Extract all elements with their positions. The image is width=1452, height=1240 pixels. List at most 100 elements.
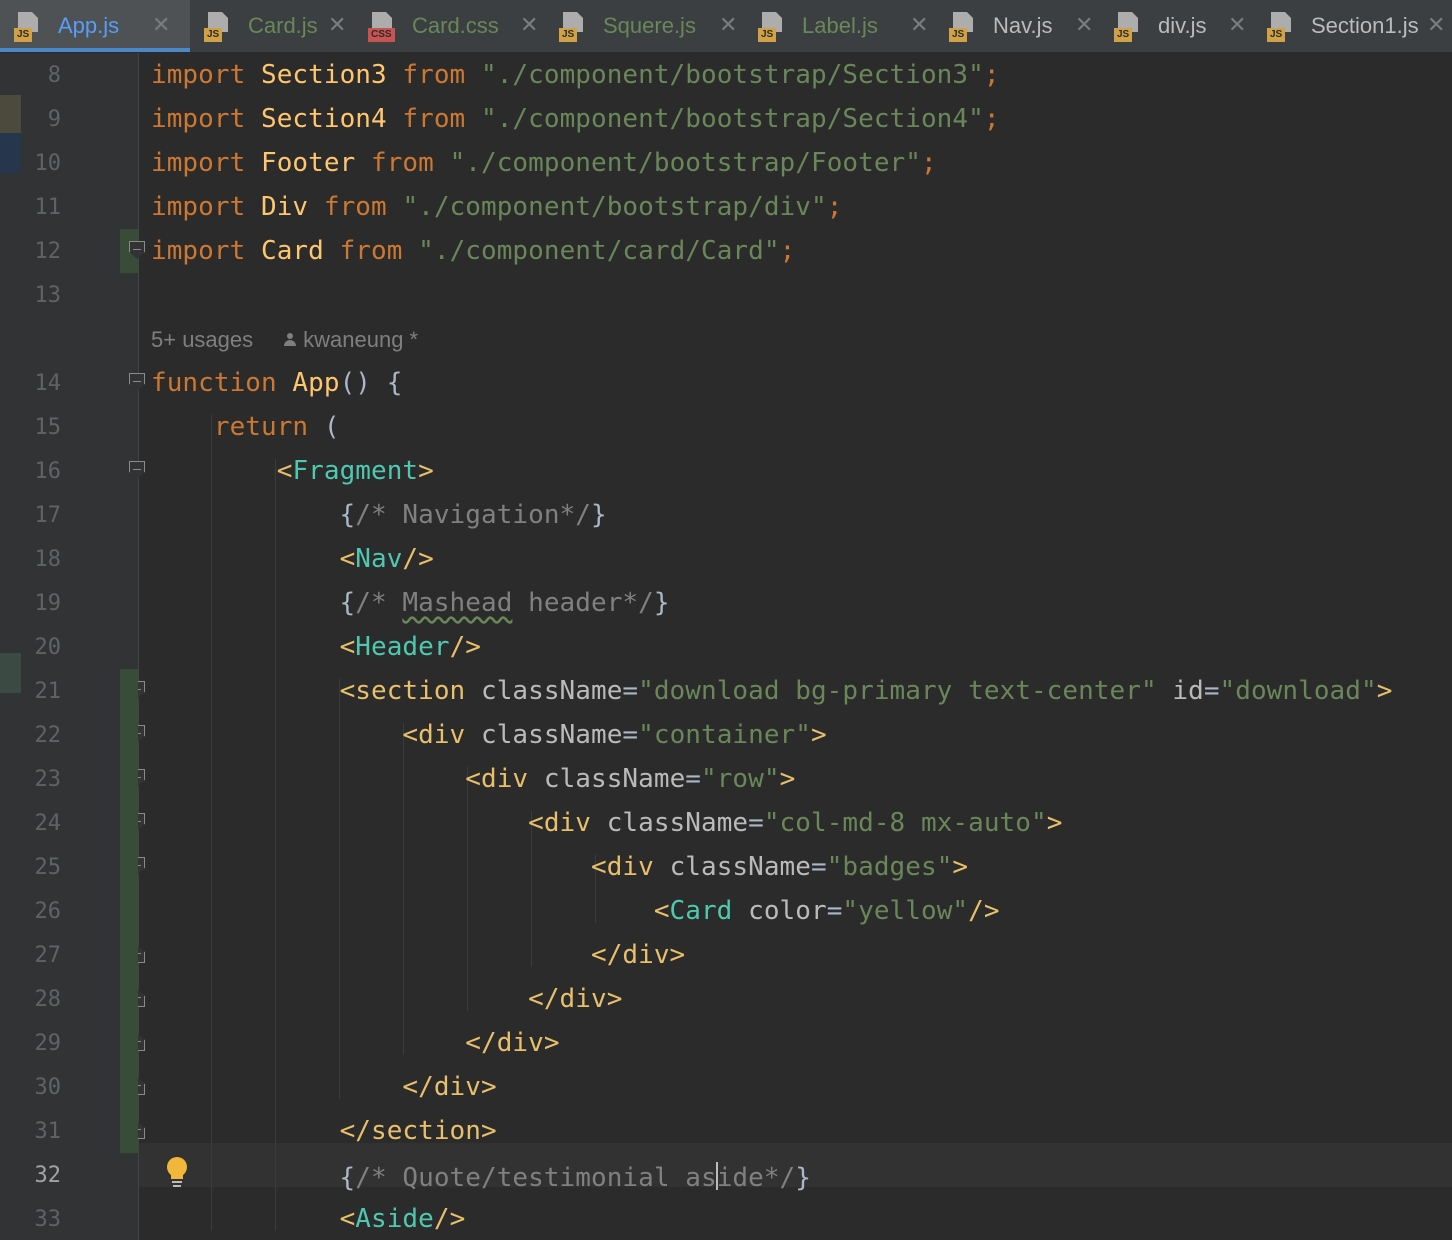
code-token: Fragment [292,456,419,486]
close-icon[interactable]: ✕ [1228,12,1246,38]
line-number: 27 [34,943,62,968]
code-token: <div [402,720,481,750]
code-token: Card [669,896,749,926]
usages-hint[interactable]: 5+ usages [151,327,253,352]
fold-toggle-icon[interactable] [129,373,147,393]
code-token: < [276,456,293,486]
file-icon: JS [559,12,591,42]
file-type-badge: JS [1114,28,1133,42]
code-line: import Div from "./component/bootstrap/d… [151,194,842,220]
code-token: <div [465,764,544,794]
close-icon[interactable]: ✕ [328,12,346,38]
line-number: 14 [34,371,62,396]
tab-label-js[interactable]: JS Label.js ✕ [744,0,935,52]
tab-app-js[interactable]: JS App.js ✕ [0,0,190,52]
code-token: </div> [402,1072,497,1102]
code-token: </div> [590,940,686,970]
author-hint[interactable]: kwaneung * [303,327,418,352]
line-number: 16 [34,459,62,484]
code-token: > [811,720,827,750]
line-number: 11 [34,195,62,220]
code-token: > [1376,676,1393,706]
code-token: () { [339,368,403,398]
lightbulb-icon[interactable] [165,1157,189,1189]
code-token: } [653,588,670,618]
line-number: 18 [34,547,62,572]
code-editor[interactable]: 5+ usages kwaneung * import Section3 from … [139,53,1452,1240]
code-token: from [402,104,481,134]
tab-card-js[interactable]: JS Card.js ✕ [190,0,354,52]
code-line: {/* Mashead header*/} [151,590,670,616]
code-line: <Header/> [151,634,481,660]
code-line: import Footer from "./component/bootstra… [151,150,937,176]
code-line: <Fragment> [151,458,434,484]
code-token: < [339,544,356,574]
file-type-badge: JS [14,28,33,42]
code-token: "download bg-primary text-center" [638,676,1173,706]
fold-toggle-icon[interactable] [129,461,147,481]
code-token: ; [983,60,1000,90]
code-token: /> [402,544,434,574]
code-token: Section4 [261,104,403,134]
code-token: Card [261,236,340,266]
code-token: ; [920,148,937,178]
close-icon[interactable]: ✕ [1075,12,1093,38]
line-number: 13 [34,283,62,308]
code-token: /> [433,1204,466,1234]
code-token: = [810,852,827,882]
code-token: </section> [339,1116,497,1146]
close-icon[interactable]: ✕ [520,12,538,38]
inlay-hint[interactable]: 5+ usages kwaneung * [151,327,418,353]
code-line: <div className="row"> [151,766,795,792]
line-number: 23 [34,767,62,792]
left-marker-strip [0,53,21,1240]
code-token: import [151,60,261,90]
code-line: {/* Quote/testimonial aside*/} [151,1162,811,1191]
code-token: "./component/bootstrap/Footer" [449,148,921,178]
tab-nav-js[interactable]: JS Nav.js ✕ [935,0,1100,52]
code-line: import Section4 from "./component/bootst… [151,106,1000,132]
code-token: "download" [1219,676,1377,706]
code-token: ; [983,104,1000,134]
code-token: Header [355,632,450,662]
line-number: 9 [47,107,61,132]
tab-squere-js[interactable]: JS Squere.js ✕ [545,0,744,52]
code-line: </section> [151,1118,497,1144]
file-icon: JS [1267,12,1299,42]
close-icon[interactable]: ✕ [719,12,737,38]
tab-label: Card.css [412,13,499,38]
code-token: ( [323,412,340,442]
tab-card-css[interactable]: CSS Card.css ✕ [354,0,545,52]
tab-div-js[interactable]: JS div.js ✕ [1100,0,1253,52]
code-line: <Nav/> [151,546,434,572]
close-icon[interactable]: ✕ [910,12,928,38]
code-token: } [590,500,607,530]
code-token: App [292,368,340,398]
line-number: 31 [34,1119,62,1144]
close-icon[interactable]: ✕ [1427,12,1445,38]
line-number: 15 [34,415,62,440]
code-token: = [685,764,701,794]
code-line: <div className="col-md-8 mx-auto"> [151,810,1062,836]
code-token: { [151,588,356,618]
typo-word: Mashead [402,588,513,618]
close-icon[interactable]: ✕ [152,12,170,38]
tab-section1-js[interactable]: JS Section1.js ✕ [1253,0,1452,52]
code-line: <Aside/> [151,1204,466,1234]
fold-toggle-icon[interactable] [129,241,147,261]
indent-guide [467,767,468,1011]
tab-label: div.js [1158,13,1207,38]
code-line: {/* Navigation*/} [151,502,607,528]
